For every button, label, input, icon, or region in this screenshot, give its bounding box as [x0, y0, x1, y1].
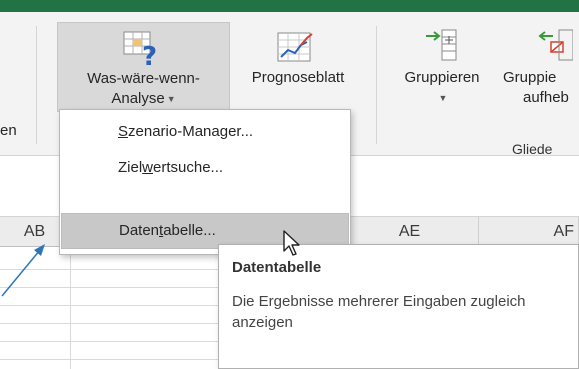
menu-item-goal-seek[interactable]: Zielwertsuche...	[60, 150, 350, 186]
annotation-arrow-icon	[0, 240, 60, 305]
title-bar-strip	[0, 0, 579, 12]
ungroup-label-line1: Gruppie	[503, 69, 557, 86]
group-button[interactable]: Gruppieren ▼	[386, 22, 498, 110]
what-if-analysis-icon: ?	[122, 29, 164, 74]
grid-line	[70, 247, 71, 369]
ungroup-label-line2: aufheb	[523, 89, 569, 106]
what-if-analysis-label-line1: Was-wäre-wenn-	[87, 70, 200, 87]
ungroup-button[interactable]: Gruppie aufheb	[499, 22, 579, 110]
tooltip-title: Datentabelle	[232, 259, 322, 276]
tooltip-description: Die Ergebnisse mehrerer Eingaben zugleic…	[232, 293, 526, 331]
outline-group-label: Gliede	[512, 141, 553, 157]
group-dropdown: ▼	[386, 88, 498, 108]
what-if-analysis-button[interactable]: ? Was-wäre-wenn- Analyse ▼	[57, 22, 230, 112]
forecast-sheet-icon	[274, 30, 316, 71]
ribbon-separator	[36, 26, 37, 144]
mouse-pointer-icon	[282, 229, 304, 262]
data-table-tooltip: Datentabelle Die Ergebnisse mehrerer Ein…	[218, 244, 579, 369]
forecast-sheet-label: Prognoseblatt	[251, 69, 345, 86]
ungroup-icon	[537, 28, 574, 69]
chevron-down-icon: ▼	[166, 93, 176, 104]
group-label: Gruppieren	[404, 69, 480, 86]
svg-text:?: ?	[142, 42, 157, 69]
what-if-analysis-label-line2: Analyse ▼	[111, 90, 176, 107]
ribbon-clipped-label: en	[0, 122, 17, 139]
what-if-analysis-menu: Szenario-Manager... Zielwertsuche... Dat…	[59, 109, 351, 255]
forecast-sheet-button[interactable]: Prognoseblatt	[228, 22, 368, 110]
column-header-af[interactable]: AF	[479, 217, 579, 247]
ribbon-separator	[376, 26, 377, 144]
group-icon	[424, 28, 460, 69]
column-header-ae[interactable]: AE	[341, 217, 479, 247]
chevron-down-icon: ▼	[438, 92, 448, 103]
menu-item-scenario-manager[interactable]: Szenario-Manager...	[60, 114, 350, 150]
